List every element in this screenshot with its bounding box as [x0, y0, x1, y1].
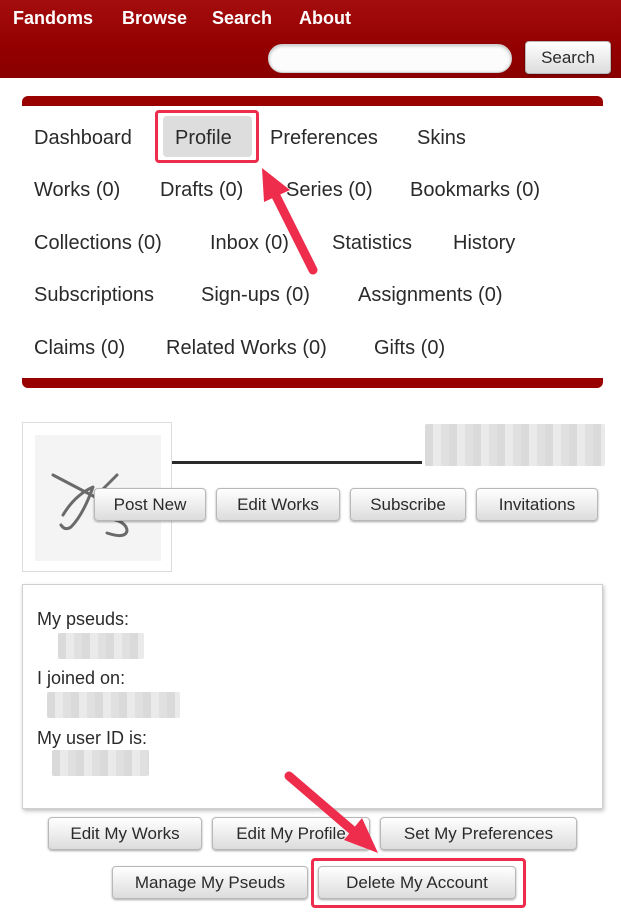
site-header: Fandoms Browse Search About Search	[0, 0, 621, 78]
dashboard-link-history[interactable]: History	[453, 231, 515, 255]
dashboard-link-gifts[interactable]: Gifts (0)	[374, 336, 445, 360]
post-new-button[interactable]: Post New	[94, 488, 206, 521]
edit-works-button[interactable]: Edit Works	[216, 488, 340, 521]
set-my-preferences-button[interactable]: Set My Preferences	[380, 817, 577, 850]
edit-my-profile-button[interactable]: Edit My Profile	[212, 817, 370, 850]
search-button[interactable]: Search	[525, 41, 611, 74]
dashboard-link-assignments[interactable]: Assignments (0)	[358, 283, 503, 307]
redacted-pseud	[58, 633, 144, 659]
nav-browse[interactable]: Browse	[122, 0, 187, 36]
invitations-button[interactable]: Invitations	[476, 488, 598, 521]
dashboard-link-bookmarks[interactable]: Bookmarks (0)	[410, 178, 540, 202]
dashboard-link-drafts[interactable]: Drafts (0)	[160, 178, 243, 202]
user-id-label: My user ID is:	[37, 728, 148, 748]
redacted-join-date	[47, 692, 180, 718]
dashboard-link-signups[interactable]: Sign-ups (0)	[201, 283, 310, 307]
joined-label: I joined on:	[37, 668, 126, 688]
nav-search[interactable]: Search	[212, 0, 272, 36]
redacted-user-id	[52, 750, 149, 776]
dashboard-link-related-works[interactable]: Related Works (0)	[166, 336, 327, 360]
search-input[interactable]	[268, 44, 512, 73]
dashboard-link-dashboard[interactable]: Dashboard	[34, 126, 132, 150]
dashboard-link-statistics[interactable]: Statistics	[332, 231, 412, 255]
dashboard-link-works[interactable]: Works (0)	[34, 178, 120, 202]
nav-about[interactable]: About	[299, 0, 351, 36]
dashboard-link-skins[interactable]: Skins	[417, 126, 466, 150]
nav-fandoms[interactable]: Fandoms	[13, 0, 93, 36]
dashboard-link-claims[interactable]: Claims (0)	[34, 336, 125, 360]
delete-my-account-button[interactable]: Delete My Account	[318, 866, 516, 899]
dashboard-link-series[interactable]: Series (0)	[286, 178, 373, 202]
dashboard-link-subscriptions[interactable]: Subscriptions	[34, 283, 154, 307]
dashboard-link-collections[interactable]: Collections (0)	[34, 231, 162, 255]
subscribe-button[interactable]: Subscribe	[350, 488, 466, 521]
dashboard-link-preferences[interactable]: Preferences	[270, 126, 378, 150]
profile-heading-rule	[172, 461, 422, 464]
dashboard-link-inbox[interactable]: Inbox (0)	[210, 231, 289, 255]
pseuds-label: My pseuds:	[37, 609, 130, 629]
manage-my-pseuds-button[interactable]: Manage My Pseuds	[112, 866, 308, 899]
dashboard-link-profile[interactable]: Profile	[175, 126, 232, 150]
edit-my-works-button[interactable]: Edit My Works	[48, 817, 202, 850]
redacted-username	[425, 424, 605, 466]
